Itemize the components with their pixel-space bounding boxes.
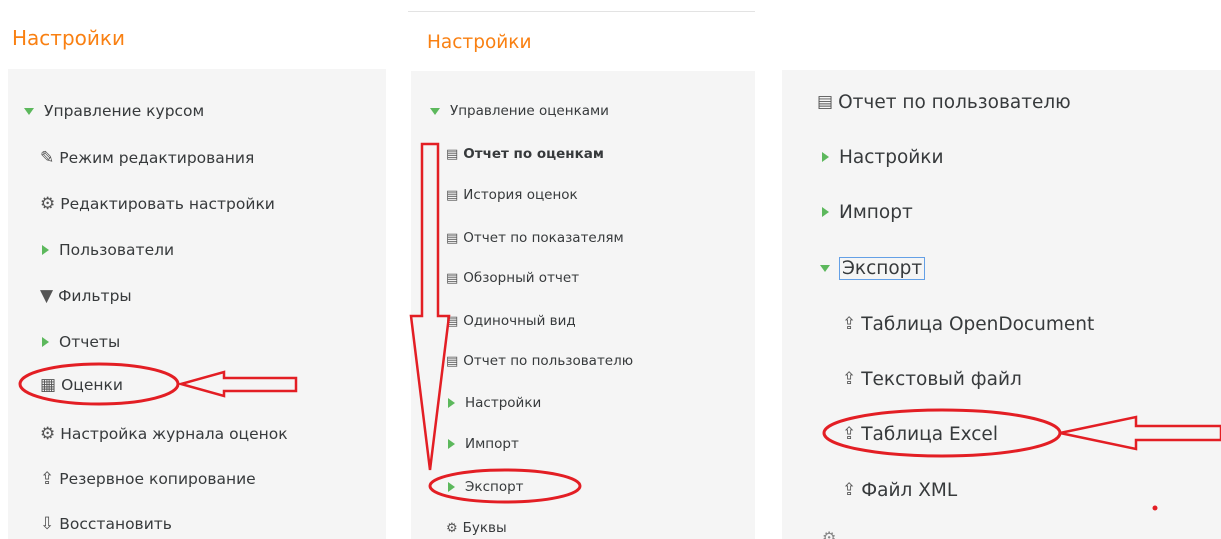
- arrow-down-annotation: [409, 142, 451, 471]
- highlight-ellipse: [428, 468, 582, 504]
- arrow-left-annotation: [176, 370, 298, 398]
- annotation-overlay: [18, 142, 1221, 511]
- highlight-ellipse: [822, 408, 1062, 458]
- highlight-ellipse: [18, 362, 180, 406]
- arrow-left-annotation: [1059, 415, 1221, 451]
- dot-mark: [1152, 505, 1158, 511]
